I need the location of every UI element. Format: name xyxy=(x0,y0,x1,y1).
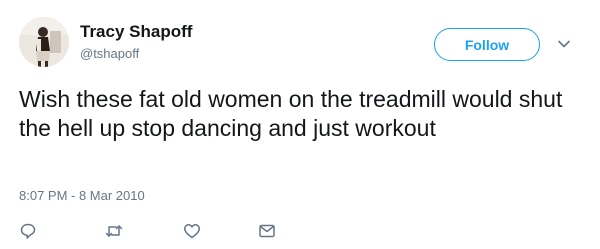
chevron-down-icon[interactable] xyxy=(557,37,571,51)
direct-message-icon[interactable] xyxy=(258,222,276,240)
tweet-text: Wish these fat old women on the treadmil… xyxy=(19,86,563,141)
retweet-icon[interactable] xyxy=(105,222,123,240)
user-handle[interactable]: @tshapoff xyxy=(80,46,139,61)
tweet-timestamp[interactable]: 8:07 PM - 8 Mar 2010 xyxy=(19,188,145,203)
profile-photo-icon xyxy=(19,17,69,67)
follow-button[interactable]: Follow xyxy=(434,28,540,61)
tweet-card: Tracy Shapoff @tshapoff Follow Wish thes… xyxy=(0,0,600,249)
avatar[interactable] xyxy=(19,17,69,67)
display-name[interactable]: Tracy Shapoff xyxy=(80,22,192,42)
like-icon[interactable] xyxy=(183,222,201,240)
reply-icon[interactable] xyxy=(19,222,37,240)
